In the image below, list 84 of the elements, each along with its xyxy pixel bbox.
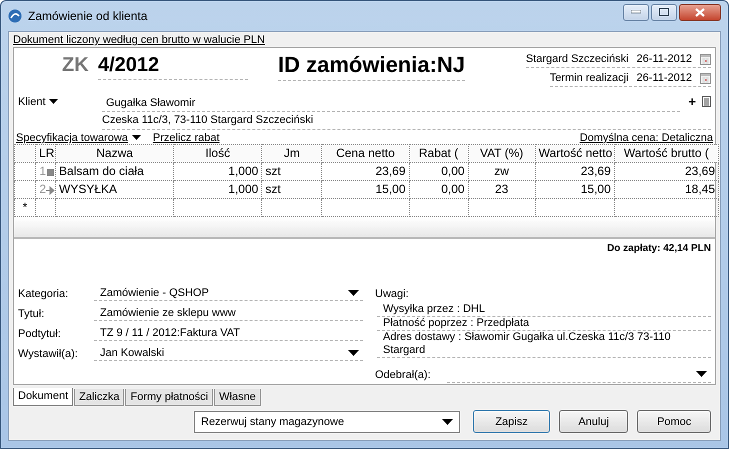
tab[interactable]: Dokument — [13, 388, 74, 406]
row-number: 2 — [39, 182, 46, 196]
row-number: 1 — [39, 164, 46, 178]
client-address: Czeska 11c/3, 73-110 Stargard Szczeciński — [102, 112, 711, 130]
column-header[interactable]: Wartość brutto ( — [614, 144, 718, 162]
table-cell: 23,69 — [535, 162, 614, 180]
document-type: ZK — [62, 54, 90, 77]
notes-line[interactable]: Adres dostawy : Sławomir Gugałka ul.Czeska 11c/3 73-110 Stargard — [377, 331, 711, 358]
specification-menu[interactable]: Specyfikacja towarowa — [16, 132, 128, 144]
caret-icon[interactable] — [442, 418, 454, 424]
column-header[interactable]: Ilość — [174, 144, 262, 162]
caret-icon[interactable] — [348, 290, 359, 296]
client-label[interactable]: Klient — [18, 96, 46, 108]
dropdown-field[interactable]: Zamówienie - QSHOP — [94, 287, 363, 301]
dropdown-field[interactable]: Jan Kowalski — [94, 347, 363, 361]
notes-line[interactable]: Płatność poprzez : Przedpłata — [377, 317, 711, 331]
document-number: 4/2012 — [98, 54, 248, 80]
window-title: Zamówienie od klienta — [28, 9, 148, 23]
table-cell: 15,00 — [322, 180, 409, 198]
field-label: Wystawił(a): — [18, 348, 79, 360]
due-date-field[interactable]: 26-11-2012 — [636, 72, 692, 84]
caret-icon[interactable] — [348, 350, 359, 356]
date-field[interactable]: 26-11-2012 — [636, 53, 692, 65]
text-field[interactable]: Zamówienie ze sklepu www — [94, 307, 363, 321]
add-client-button[interactable]: + — [688, 94, 696, 110]
calendar-icon[interactable] — [700, 54, 711, 64]
field-label: Podtytuł: — [18, 328, 62, 340]
text-field[interactable]: TZ 9 / 11 / 2012:Faktura VAT — [94, 327, 363, 341]
list-icon[interactable] — [702, 96, 711, 108]
tab[interactable]: Formy płatności — [125, 389, 214, 406]
table-cell: 23,69 — [322, 162, 409, 180]
table-cell: szt — [262, 162, 322, 180]
table-cell: Balsam do ciała — [56, 162, 174, 180]
minimize-icon — [631, 10, 641, 14]
new-row-marker: * — [14, 198, 36, 216]
receiver-label: Odebrał(a): — [375, 369, 431, 381]
close-icon — [694, 8, 706, 16]
table-cell: 15,00 — [535, 180, 614, 198]
table-cell: 0,00 — [409, 180, 468, 198]
currency-info-link[interactable]: Dokument liczony według cen brutto w walucie PLN — [9, 32, 720, 47]
tab[interactable]: Zaliczka — [74, 389, 124, 406]
column-header[interactable]: Cena netto — [322, 144, 409, 162]
table-cell: 23 — [468, 180, 536, 198]
table-cell: 18,45 — [614, 180, 718, 198]
client-caret-icon[interactable] — [48, 99, 58, 104]
default-price-link[interactable]: Domyślna cena: Detaliczna — [580, 132, 713, 144]
column-header[interactable]: VAT (%) — [468, 144, 536, 162]
column-header[interactable]: LR — [36, 144, 56, 162]
table-cell: szt — [262, 180, 322, 198]
order-id: ID zamówienia:NJ — [278, 52, 466, 81]
specification-caret-icon[interactable] — [132, 135, 141, 140]
notes-line[interactable]: Wysyłka przez : DHL — [377, 303, 711, 317]
due-date-label: Termin realizacji — [550, 72, 629, 84]
app-logo-icon — [8, 9, 22, 23]
square-icon — [46, 168, 55, 177]
table-cell: WYSYŁKA — [56, 180, 174, 198]
cancel-button[interactable]: Anuluj — [558, 410, 628, 433]
table-cell: 0,00 — [409, 162, 468, 180]
place-field[interactable]: Stargard Szczeciński — [526, 53, 629, 65]
close-button[interactable] — [679, 4, 721, 20]
field-label: Tytuł: — [18, 308, 46, 320]
column-header[interactable]: Jm — [262, 144, 322, 162]
amount-due: Do zapłaty: 42,14 PLN — [606, 242, 711, 256]
table-cell: 23,69 — [614, 162, 718, 180]
table-cell: zw — [468, 162, 536, 180]
notes-label: Uwagi: — [375, 287, 410, 302]
maximize-button[interactable] — [651, 4, 677, 20]
client-name-field[interactable]: Gugałka Sławomir — [102, 96, 680, 112]
tab[interactable]: Własne — [214, 389, 261, 406]
field-label: Kategoria: — [18, 288, 70, 300]
column-header[interactable]: Wartość netto — [535, 144, 614, 162]
recalculate-discount-link[interactable]: Przelicz rabat — [152, 132, 220, 144]
arrow-icon — [46, 186, 55, 195]
caret-icon[interactable] — [696, 371, 707, 377]
table-cell: 1,000 — [174, 180, 262, 198]
maximize-icon — [659, 8, 669, 16]
reservation-dropdown[interactable]: Rezerwuj stany magazynowe — [194, 410, 460, 432]
table-cell: 1,000 — [174, 162, 262, 180]
calendar-icon[interactable] — [700, 72, 711, 84]
save-button[interactable]: Zapisz — [473, 410, 550, 433]
column-header[interactable]: Rabat ( — [409, 144, 468, 162]
help-button[interactable]: Pomoc — [637, 410, 711, 433]
minimize-button[interactable] — [623, 4, 649, 20]
column-header[interactable]: Nazwa — [56, 144, 174, 162]
